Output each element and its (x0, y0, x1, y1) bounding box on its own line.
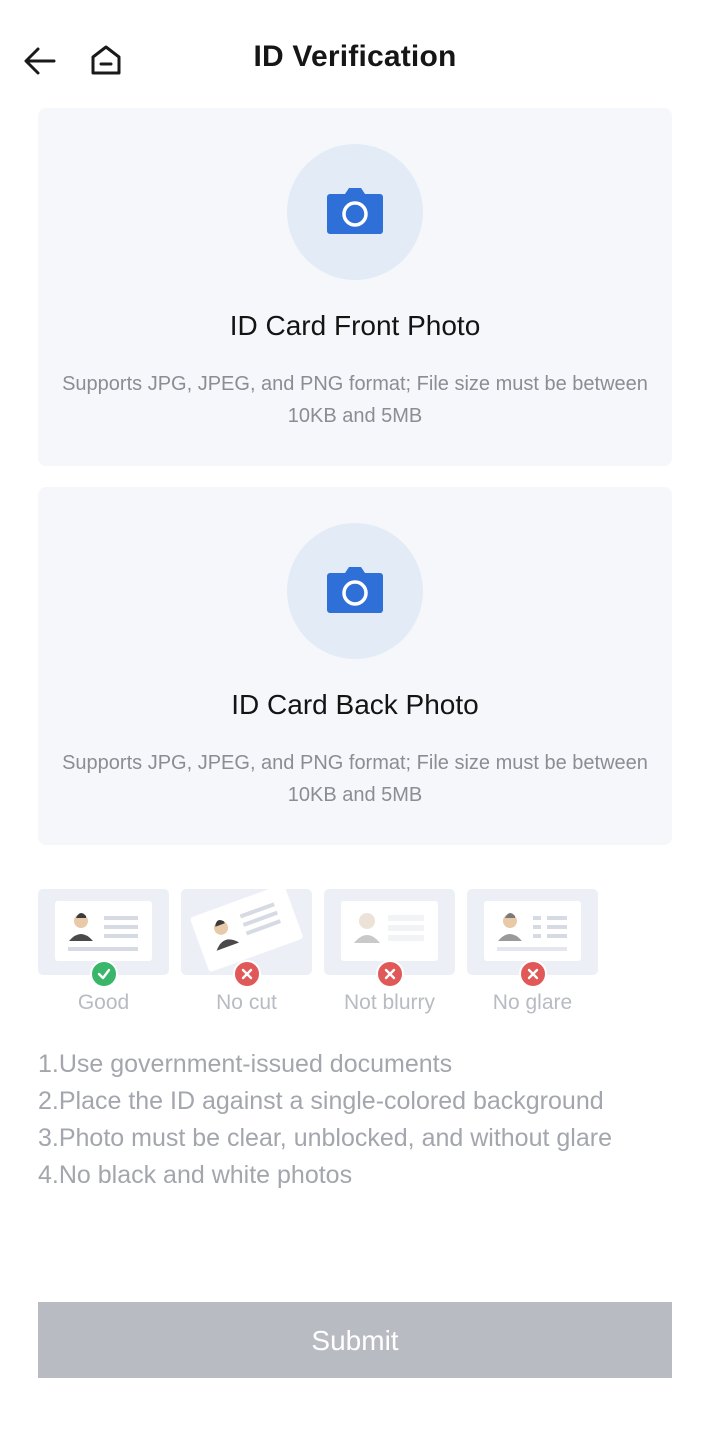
requirement-item: 3.Photo must be clear, unblocked, and wi… (38, 1124, 612, 1152)
camera-button[interactable] (287, 523, 423, 659)
photo-examples: Good No cut Not blurry No glare (38, 889, 638, 1029)
example-label: Not blurry (343, 991, 436, 1014)
requirement-item: 2.Place the ID against a single-colored … (38, 1087, 604, 1115)
example-good: Good (38, 889, 169, 1019)
requirements-list: 1.Use government-issued documents 2.Plac… (38, 1046, 688, 1194)
card-description: Supports JPG, JPEG, and PNG format; File… (62, 752, 648, 806)
requirement-item: 1.Use government-issued documents (38, 1050, 453, 1078)
card-title: ID Card Front Photo (229, 310, 481, 341)
camera-button[interactable] (287, 144, 423, 280)
header-bar: ID Verification (0, 0, 710, 120)
example-not-blurry: Not blurry (324, 889, 455, 1019)
card-title: ID Card Back Photo (231, 689, 479, 720)
requirement-item: 4.No black and white photos (38, 1161, 353, 1189)
submit-button[interactable]: Submit (38, 1302, 672, 1378)
cross-badge-icon (376, 960, 404, 988)
check-badge-icon (90, 960, 118, 988)
card-description: Supports JPG, JPEG, and PNG format; File… (62, 373, 648, 427)
camera-icon (327, 188, 383, 234)
upload-front-photo-card[interactable]: ID Card Front Photo Supports JPG, JPEG, … (38, 108, 672, 466)
cross-badge-icon (233, 960, 261, 988)
page-title: ID Verification (253, 40, 457, 73)
cross-badge-icon (519, 960, 547, 988)
example-label: No glare (492, 991, 573, 1014)
example-label: Good (77, 991, 130, 1014)
example-no-glare: No glare (467, 889, 598, 1019)
example-no-cut: No cut (181, 889, 312, 1019)
upload-back-photo-card[interactable]: ID Card Back Photo Supports JPG, JPEG, a… (38, 487, 672, 845)
camera-icon (327, 567, 383, 613)
example-label: No cut (216, 991, 277, 1014)
